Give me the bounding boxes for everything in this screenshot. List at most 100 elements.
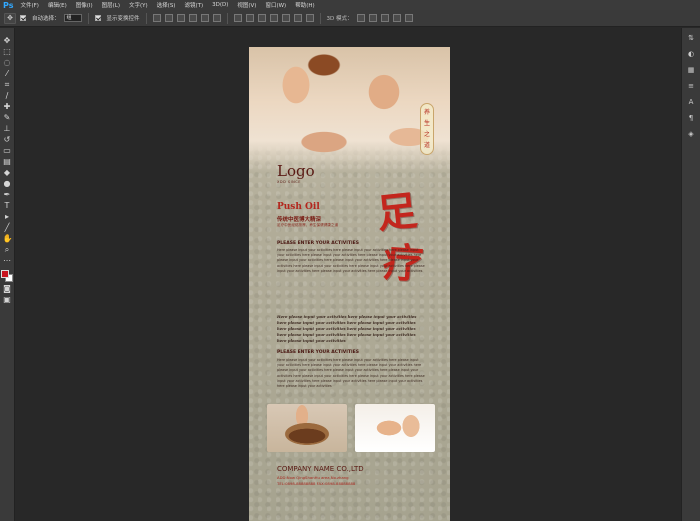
align-bottom-icon[interactable] <box>176 14 185 22</box>
distribute-left-icon[interactable] <box>269 14 278 22</box>
3d-scale-icon[interactable] <box>404 14 413 22</box>
activities-heading-1: PLEASE ENTER YOUR ACTIVITIES <box>277 241 359 246</box>
company-name: COMPANY NAME CO.,LTD <box>277 465 364 473</box>
seal-char: 生 <box>423 119 430 127</box>
quick-mask-icon[interactable]: ◙ <box>3 284 12 293</box>
menu-bar: Ps 文件(F) 编辑(E) 图像(I) 图层(L) 文字(Y) 选择(S) 滤… <box>0 0 700 10</box>
swatches-panel-icon[interactable]: ▦ <box>686 66 696 74</box>
activities-body-1: Here please input your activities here p… <box>277 248 425 273</box>
3d-rotate-icon[interactable] <box>356 14 365 22</box>
history-brush-tool-icon[interactable]: ↺ <box>3 135 12 144</box>
activities-heading-2: PLEASE ENTER YOUR ACTIVITIES <box>277 350 359 355</box>
crop-tool-icon[interactable]: ⌗ <box>3 80 12 89</box>
separator <box>319 12 321 24</box>
foreground-color-swatch[interactable] <box>1 270 9 278</box>
poster-logo: Logo <box>277 162 315 180</box>
chinese-subtitle: 足疗中医经络按摩，养生保健健康之道 <box>277 223 339 227</box>
paragraph-panel-icon[interactable]: ¶ <box>686 114 696 122</box>
3d-roll-icon[interactable] <box>368 14 377 22</box>
tools-panel: ✥ ⬚ ◌ ⁄ ⌗ ∕ ✚ ✎ ⊥ ↺ ▭ ▤ ◆ ● ✒ T ▸ ╱ ✋ ⌕ … <box>0 28 15 521</box>
zoom-tool-icon[interactable]: ⌕ <box>3 245 12 254</box>
3d-mode-label: 3D 模式： <box>326 16 353 22</box>
align-right-icon[interactable] <box>212 14 221 22</box>
menu-edit[interactable]: 编辑(E) <box>48 1 67 9</box>
show-transform-checkbox[interactable] <box>94 15 101 21</box>
distribute-right-icon[interactable] <box>293 14 302 22</box>
blur-tool-icon[interactable]: ◆ <box>3 168 12 177</box>
show-transform-label: 显示变换控件 <box>106 16 140 22</box>
seal-char: 之 <box>423 130 430 138</box>
menu-filter[interactable]: 滤镜(T) <box>184 1 203 9</box>
marquee-tool-icon[interactable]: ⬚ <box>3 47 12 56</box>
poster-logo-sub: XDD SINCE <box>277 180 301 184</box>
auto-select-checkbox[interactable] <box>20 15 26 21</box>
distribute-hcenter-icon[interactable] <box>281 14 290 22</box>
seal-char: 道 <box>423 141 430 149</box>
seal-char: 养 <box>423 108 430 116</box>
lasso-tool-icon[interactable]: ◌ <box>3 58 12 67</box>
shape-tool-icon[interactable]: ╱ <box>3 223 12 232</box>
align-vcenter-icon[interactable] <box>164 14 173 22</box>
quick-select-tool-icon[interactable]: ⁄ <box>3 69 12 78</box>
menu-type[interactable]: 文字(Y) <box>129 1 148 9</box>
options-bar: ✥ 自动选择： 组 显示变换控件 3D 模式： <box>0 10 700 27</box>
more-tools-icon[interactable]: ⋯ <box>3 256 12 265</box>
activities-body-2: Here please input your activities here p… <box>277 358 425 389</box>
menu-view[interactable]: 视图(V) <box>237 1 256 9</box>
auto-select-dropdown[interactable]: 组 <box>63 14 82 22</box>
separator <box>145 12 147 24</box>
eyedropper-tool-icon[interactable]: ∕ <box>3 91 12 100</box>
company-address: ADD:Now QingShanHu area,No.zhang <box>277 475 349 480</box>
character-panel-icon[interactable]: A <box>686 98 696 106</box>
push-oil-title: Push Oil <box>277 202 320 212</box>
3d-drag-icon[interactable] <box>380 14 389 22</box>
distribute-vcenter-icon[interactable] <box>245 14 254 22</box>
document-canvas[interactable]: 养 生 之 道 Logo XDD SINCE 足 疗 Push Oil 传统中医… <box>16 28 680 521</box>
healing-brush-tool-icon[interactable]: ✚ <box>3 102 12 111</box>
auto-select-label: 自动选择： <box>32 16 60 22</box>
dodge-tool-icon[interactable]: ● <box>3 179 12 188</box>
menu-select[interactable]: 选择(S) <box>157 1 176 9</box>
activities-italic-block: Here please input your activities here p… <box>277 314 417 343</box>
gradient-tool-icon[interactable]: ▤ <box>3 157 12 166</box>
3d-slide-icon[interactable] <box>392 14 401 22</box>
menu-image[interactable]: 图像(I) <box>76 1 93 9</box>
poster-artboard[interactable]: 养 生 之 道 Logo XDD SINCE 足 疗 Push Oil 传统中医… <box>249 47 450 521</box>
menu-file[interactable]: 文件(F) <box>20 1 38 9</box>
company-phone: TEL:0898-88888888 FAX:0898-88888888 <box>277 481 356 486</box>
chinese-title: 传统中医博大精深 <box>277 217 322 223</box>
pen-tool-icon[interactable]: ✒ <box>3 190 12 199</box>
menu-window[interactable]: 窗口(W) <box>265 1 286 9</box>
3d-panel-icon[interactable]: ◈ <box>686 130 696 138</box>
panel-dock: ⇅ ◐ ▦ ≡ A ¶ ◈ <box>681 28 700 521</box>
menu-help[interactable]: 帮助(H) <box>295 1 314 9</box>
color-swatches[interactable] <box>1 270 13 282</box>
type-tool-icon[interactable]: T <box>3 201 12 210</box>
eraser-tool-icon[interactable]: ▭ <box>3 146 12 155</box>
calligraphy-char-1: 足 <box>374 187 420 238</box>
menu-3d[interactable]: 3D(D) <box>212 2 228 8</box>
separator <box>87 12 89 24</box>
adjustments-panel-icon[interactable]: ≡ <box>686 82 696 90</box>
separator <box>226 12 228 24</box>
distribute-top-icon[interactable] <box>233 14 242 22</box>
move-tool-icon[interactable]: ✥ <box>3 36 12 45</box>
move-tool-preset-button[interactable]: ✥ <box>4 12 16 24</box>
menu-layer[interactable]: 图层(L) <box>102 1 120 9</box>
clone-stamp-tool-icon[interactable]: ⊥ <box>3 124 12 133</box>
brush-tool-icon[interactable]: ✎ <box>3 113 12 122</box>
align-hcenter-icon[interactable] <box>200 14 209 22</box>
auto-align-icon[interactable] <box>305 14 314 22</box>
align-left-icon[interactable] <box>188 14 197 22</box>
foot-care-photo <box>355 404 435 452</box>
distribute-bottom-icon[interactable] <box>257 14 266 22</box>
hand-tool-icon[interactable]: ✋ <box>3 234 13 243</box>
foot-bath-photo <box>267 404 347 452</box>
color-panel-icon[interactable]: ◐ <box>686 50 696 58</box>
photoshop-logo: Ps <box>3 0 14 10</box>
screen-mode-icon[interactable]: ▣ <box>3 295 12 304</box>
path-select-tool-icon[interactable]: ▸ <box>3 212 12 221</box>
align-top-icon[interactable] <box>152 14 161 22</box>
history-panel-icon[interactable]: ⇅ <box>686 34 696 42</box>
vertical-seal: 养 生 之 道 <box>420 103 434 155</box>
